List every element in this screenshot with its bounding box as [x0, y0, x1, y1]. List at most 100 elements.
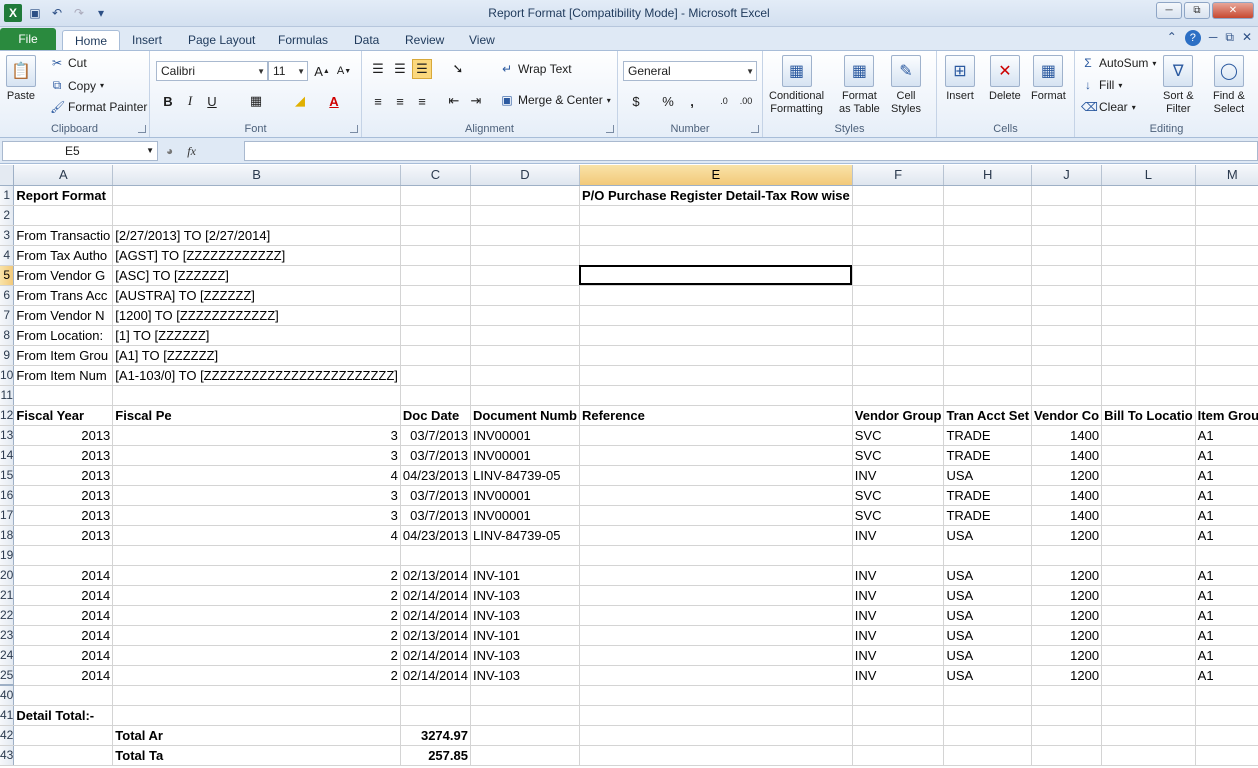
cell-F41[interactable]: [852, 705, 945, 726]
cell-B10[interactable]: [A1-103/0] TO [ZZZZZZZZZZZZZZZZZZZZZZZZ]: [112, 365, 401, 386]
cell-B8[interactable]: [1] TO [ZZZZZZ]: [112, 325, 401, 346]
row-header[interactable]: 13: [0, 425, 15, 446]
cell-M18[interactable]: A1: [1195, 525, 1258, 546]
cell-B40[interactable]: [112, 685, 401, 706]
font-size-select[interactable]: 11 ▼: [268, 61, 308, 81]
tab-formulas[interactable]: Formulas: [276, 30, 330, 50]
cell-B7[interactable]: [1200] TO [ZZZZZZZZZZZZ]: [112, 305, 401, 326]
cell-A40[interactable]: [13, 685, 114, 706]
cell-J4[interactable]: [1031, 245, 1103, 266]
cell-L11[interactable]: [1101, 385, 1196, 406]
cell-E5[interactable]: [579, 265, 853, 286]
cell-H5[interactable]: [943, 265, 1033, 286]
row-header[interactable]: 21: [0, 585, 15, 606]
cell-H23[interactable]: USA: [943, 625, 1033, 646]
cell-A16[interactable]: 2013: [13, 485, 114, 506]
cell-M10[interactable]: [1195, 365, 1258, 386]
cell-C12[interactable]: Doc Date: [400, 405, 471, 426]
cell-L41[interactable]: [1101, 705, 1196, 726]
cell-E13[interactable]: [579, 425, 853, 446]
cell-A3[interactable]: From Transactio: [13, 225, 114, 246]
cell-C11[interactable]: [400, 385, 471, 406]
row-header[interactable]: 42: [0, 725, 15, 746]
cell-L17[interactable]: [1101, 505, 1196, 526]
clear-button[interactable]: ⌫ Clear ▾: [1081, 100, 1136, 114]
cell-J21[interactable]: 1200: [1031, 585, 1103, 606]
cell-J19[interactable]: [1031, 545, 1103, 566]
row-header[interactable]: 17: [0, 505, 15, 526]
cell-E8[interactable]: [579, 325, 853, 346]
cell-J42[interactable]: [1031, 725, 1103, 746]
cell-C43[interactable]: 257.85: [400, 745, 471, 766]
cell-L10[interactable]: [1101, 365, 1196, 386]
cell-B20[interactable]: 2: [112, 565, 401, 586]
cell-B6[interactable]: [AUSTRA] TO [ZZZZZZ]: [112, 285, 401, 306]
tab-insert[interactable]: Insert: [130, 30, 164, 50]
cell-E19[interactable]: [579, 545, 853, 566]
cell-B41[interactable]: [112, 705, 401, 726]
cell-D41[interactable]: [470, 705, 580, 726]
cell-C13[interactable]: 03/7/2013: [400, 425, 471, 446]
cell-B4[interactable]: [AGST] TO [ZZZZZZZZZZZZ]: [112, 245, 401, 266]
cell-H17[interactable]: TRADE: [943, 505, 1033, 526]
cell-D7[interactable]: [470, 305, 580, 326]
cell-H19[interactable]: [943, 545, 1033, 566]
cell-D2[interactable]: [470, 205, 580, 226]
row-header[interactable]: 4: [0, 245, 15, 266]
row-header[interactable]: 18: [0, 525, 15, 546]
row-header[interactable]: 24: [0, 645, 15, 666]
cell-M3[interactable]: [1195, 225, 1258, 246]
row-header[interactable]: 6: [0, 285, 15, 306]
cell-F2[interactable]: [852, 205, 945, 226]
cell-F23[interactable]: INV: [852, 625, 945, 646]
cell-J14[interactable]: 1400: [1031, 445, 1103, 466]
cell-C14[interactable]: 03/7/2013: [400, 445, 471, 466]
cell-L1[interactable]: [1101, 185, 1196, 206]
autosum-button[interactable]: Σ AutoSum ▾: [1081, 56, 1156, 70]
column-header[interactable]: A: [13, 165, 114, 186]
cell-M25[interactable]: A1: [1195, 665, 1258, 686]
cell-L16[interactable]: [1101, 485, 1196, 506]
cell-C41[interactable]: [400, 705, 471, 726]
row-header[interactable]: 20: [0, 565, 15, 586]
cell-H18[interactable]: USA: [943, 525, 1033, 546]
cell-M20[interactable]: A1: [1195, 565, 1258, 586]
cell-A4[interactable]: From Tax Autho: [13, 245, 114, 266]
cell-F42[interactable]: [852, 725, 945, 746]
cell-L21[interactable]: [1101, 585, 1196, 606]
cell-F6[interactable]: [852, 285, 945, 306]
row-header[interactable]: 23: [0, 625, 15, 646]
cell-A10[interactable]: From Item Num: [13, 365, 114, 386]
conditional-formatting-button[interactable]: ▦ Conditional Formatting: [769, 55, 824, 116]
cell-J15[interactable]: 1200: [1031, 465, 1103, 486]
cell-E3[interactable]: [579, 225, 853, 246]
sort-filter-button[interactable]: ∇ Sort & Filter: [1163, 55, 1194, 116]
cell-J41[interactable]: [1031, 705, 1103, 726]
cell-C9[interactable]: [400, 345, 471, 366]
cell-A18[interactable]: 2013: [13, 525, 114, 546]
row-header[interactable]: 14: [0, 445, 15, 466]
number-format-select[interactable]: General ▼: [623, 61, 757, 81]
cell-A25[interactable]: 2014: [13, 665, 114, 686]
cell-L25[interactable]: [1101, 665, 1196, 686]
cell-J20[interactable]: 1200: [1031, 565, 1103, 586]
row-header[interactable]: 3: [0, 225, 15, 246]
cell-C25[interactable]: 02/14/2014: [400, 665, 471, 686]
delete-cells-button[interactable]: ✕ Delete: [989, 55, 1021, 103]
cell-A12[interactable]: Fiscal Year: [13, 405, 114, 426]
cell-L40[interactable]: [1101, 685, 1196, 706]
row-header[interactable]: 9: [0, 345, 15, 366]
cell-D5[interactable]: [470, 265, 580, 286]
cell-H8[interactable]: [943, 325, 1033, 346]
cell-E41[interactable]: [579, 705, 853, 726]
cell-J9[interactable]: [1031, 345, 1103, 366]
align-middle-icon[interactable]: ☰: [390, 59, 410, 79]
tab-home[interactable]: Home: [62, 30, 121, 50]
cell-M41[interactable]: [1195, 705, 1258, 726]
cell-F7[interactable]: [852, 305, 945, 326]
cell-C20[interactable]: 02/13/2014: [400, 565, 471, 586]
cell-D9[interactable]: [470, 345, 580, 366]
borders-icon[interactable]: ▦: [246, 91, 266, 111]
cell-L22[interactable]: [1101, 605, 1196, 626]
row-header[interactable]: 15: [0, 465, 15, 486]
